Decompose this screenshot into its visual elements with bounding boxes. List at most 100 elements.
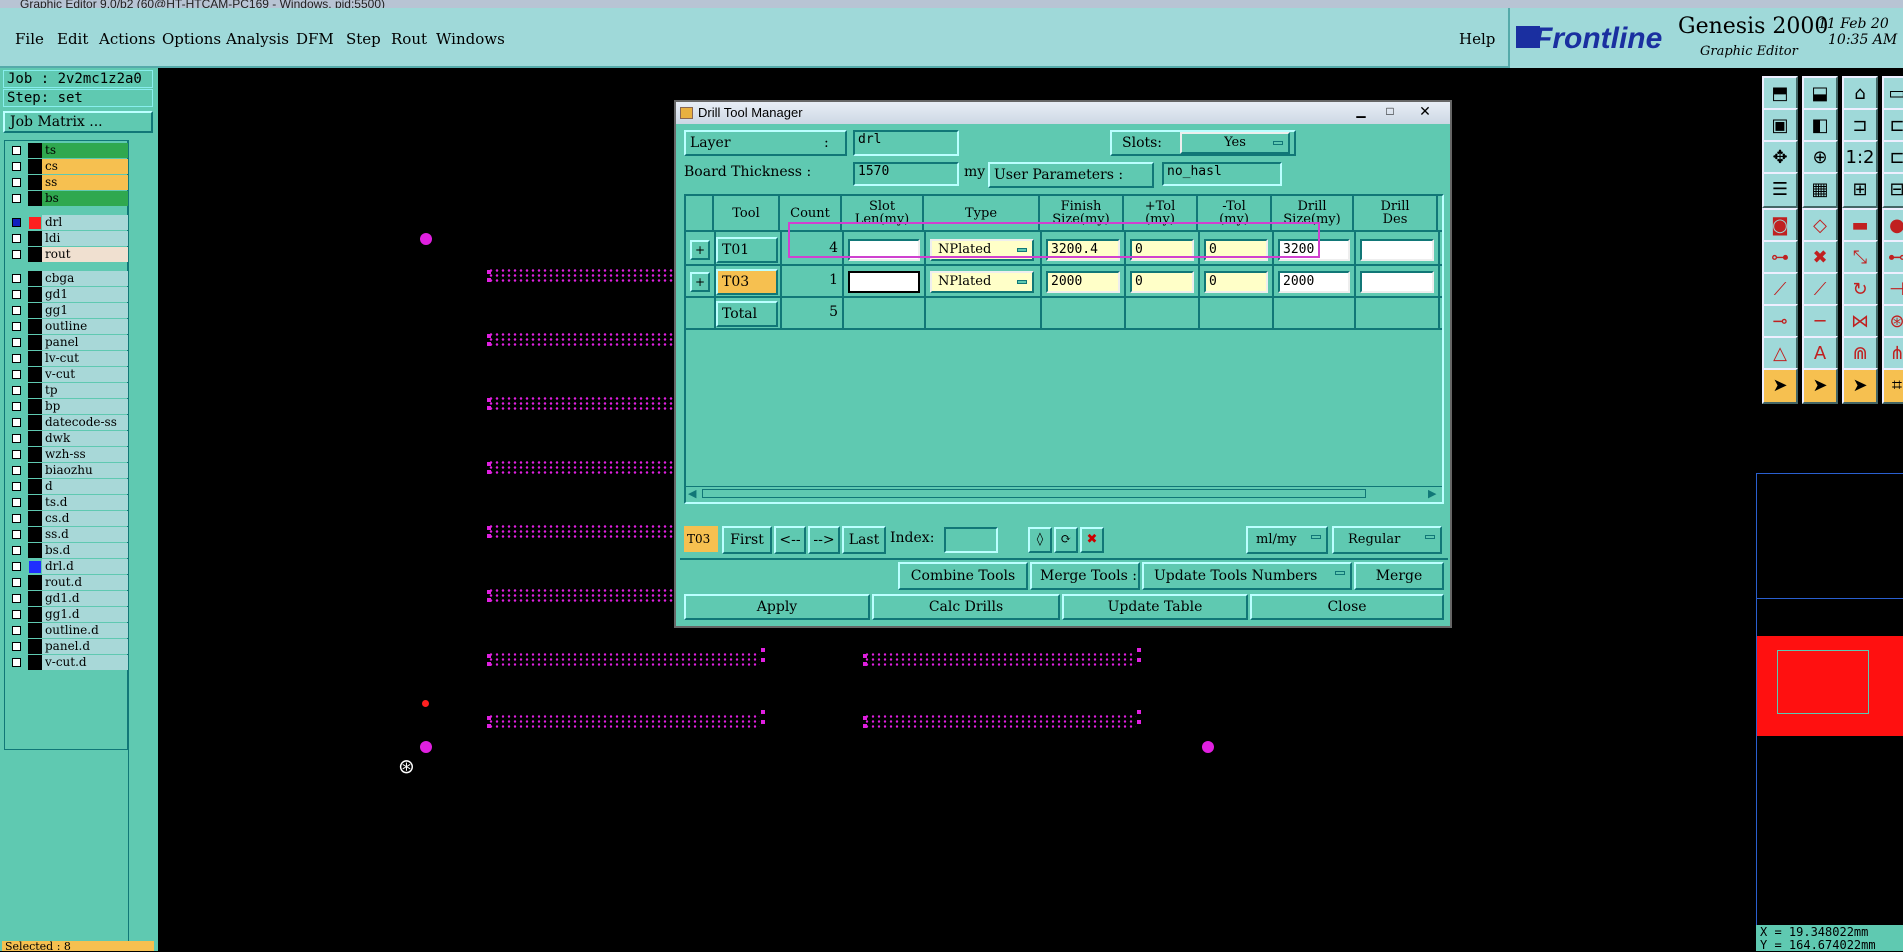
layer-checkbox[interactable] — [12, 354, 21, 363]
connect-icon[interactable]: ⊶ — [1762, 240, 1798, 276]
layer-row-wzh-ss[interactable]: wzh-ss — [9, 447, 132, 463]
board-thickness-field[interactable]: 1570 — [853, 162, 959, 186]
circle-icon[interactable]: ● — [1882, 208, 1903, 244]
layer-checkbox[interactable] — [12, 530, 21, 539]
grid-icon[interactable]: ▦ — [1802, 172, 1838, 208]
line-draw-icon[interactable]: ⟋ — [1802, 272, 1838, 308]
split-icon[interactable]: ⋔ — [1882, 336, 1903, 372]
layer-checkbox[interactable] — [12, 610, 21, 619]
fit-icon[interactable]: ✥ — [1762, 140, 1798, 176]
menu-options[interactable]: Options — [162, 30, 221, 48]
layer-row-bp[interactable]: bp — [9, 399, 132, 415]
select-area-icon[interactable]: ➤ — [1802, 368, 1838, 404]
layer-row-cbga[interactable]: cbga — [9, 271, 132, 287]
layer-checkbox[interactable] — [12, 146, 21, 155]
layer-checkbox[interactable] — [12, 274, 21, 283]
layer-row-gd1[interactable]: gd1 — [9, 287, 132, 303]
layer-checkbox[interactable] — [12, 250, 21, 259]
delete-icon[interactable]: ✖ — [1080, 527, 1104, 553]
layer-checkbox[interactable] — [12, 338, 21, 347]
triangle-icon[interactable]: △ — [1762, 336, 1798, 372]
minimize-icon[interactable]: ▁ — [1346, 104, 1376, 119]
update-table-button[interactable]: Update Table — [1062, 594, 1248, 620]
layer-row-datecode-ss[interactable]: datecode-ss — [9, 415, 132, 431]
layer-row-gg1.d[interactable]: gg1.d — [9, 607, 132, 623]
layer-row-drl[interactable]: drl — [9, 215, 132, 231]
layer-checkbox[interactable] — [12, 386, 21, 395]
layer-row-ts[interactable]: ts — [9, 143, 132, 159]
layer-row-cs.d[interactable]: cs.d — [9, 511, 132, 527]
scroll-thumb[interactable] — [702, 489, 1366, 498]
drill-size-input[interactable]: 2000 — [1278, 271, 1350, 293]
layer-field[interactable]: drl — [853, 130, 959, 156]
layer-checkbox[interactable] — [12, 194, 21, 203]
drill-des-input[interactable] — [1360, 271, 1434, 293]
layer-row-ldi[interactable]: ldi — [9, 231, 132, 247]
menu-help[interactable]: Help — [1459, 30, 1495, 48]
merge-button[interactable]: Merge — [1354, 562, 1444, 590]
layer-checkbox[interactable] — [12, 450, 21, 459]
zoom-in-icon[interactable]: ⬓ — [1802, 76, 1838, 112]
gear-icon[interactable]: ⊛ — [1882, 304, 1903, 340]
line-icon[interactable]: ▬ — [1842, 208, 1878, 244]
layer-row-panel.d[interactable]: panel.d — [9, 639, 132, 655]
text-icon[interactable]: A — [1802, 336, 1838, 372]
user-parameters-button[interactable]: User Parameters : — [988, 162, 1154, 188]
expand-row-icon[interactable]: + — [690, 272, 710, 292]
menu-rout[interactable]: Rout — [391, 30, 427, 48]
layer-checkbox[interactable] — [12, 322, 21, 331]
layer-checkbox[interactable] — [12, 626, 21, 635]
layer-checkbox[interactable] — [12, 642, 21, 651]
layer-checkbox[interactable] — [12, 290, 21, 299]
snap-icon[interactable]: ⊞ — [1842, 172, 1878, 208]
segment-icon[interactable]: ─ — [1802, 304, 1838, 340]
pan-left-icon[interactable]: ▣ — [1762, 108, 1798, 144]
finish-size-input[interactable]: 2000 — [1046, 271, 1120, 293]
select-icon[interactable]: ➤ — [1762, 368, 1798, 404]
last-button[interactable]: Last — [842, 526, 886, 554]
refresh-icon[interactable]: ⟳ — [1054, 527, 1078, 553]
layer-row-outline[interactable]: outline — [9, 319, 132, 335]
layer-checkbox[interactable] — [12, 402, 21, 411]
pan-right-icon[interactable]: ◧ — [1802, 108, 1838, 144]
overview-panel[interactable] — [1756, 473, 1903, 936]
layer-row-rout[interactable]: rout — [9, 247, 132, 263]
lamp-icon[interactable]: ◊ — [1028, 527, 1052, 553]
next-button[interactable]: --> — [808, 526, 840, 554]
join-icon[interactable]: ⋈ — [1842, 304, 1878, 340]
calc-drills-button[interactable]: Calc Drills — [872, 594, 1060, 620]
menu-actions[interactable]: Actions — [99, 30, 155, 48]
tool-name[interactable]: T03 — [716, 269, 778, 295]
layer-row-tp[interactable]: tp — [9, 383, 132, 399]
layer-checkbox[interactable] — [12, 306, 21, 315]
layer-checkbox[interactable] — [12, 658, 21, 667]
layer-checkbox[interactable] — [12, 466, 21, 475]
first-button[interactable]: First — [722, 526, 772, 554]
scroll-right-icon[interactable]: ▶ — [1428, 487, 1436, 500]
table-icon[interactable]: ⌗ — [1882, 368, 1903, 404]
window-icon[interactable]: ▭ — [1882, 76, 1903, 112]
layer-row-d[interactable]: d — [9, 479, 132, 495]
expand-row-icon[interactable]: + — [690, 240, 710, 260]
menu-step[interactable]: Step — [346, 30, 381, 48]
layer-checkbox[interactable] — [12, 162, 21, 171]
layer-row-ss.d[interactable]: ss.d — [9, 527, 132, 543]
layer-row-gd1.d[interactable]: gd1.d — [9, 591, 132, 607]
layer-row-outline.d[interactable]: outline.d — [9, 623, 132, 639]
copy-icon[interactable]: ⊷ — [1882, 240, 1903, 276]
layer-checkbox[interactable] — [12, 514, 21, 523]
zoom-out-icon[interactable]: ⊏ — [1882, 108, 1903, 144]
layer-row-ss[interactable]: ss — [9, 175, 132, 191]
layer-row-lv-cut[interactable]: lv-cut — [9, 351, 132, 367]
type-select[interactable]: NPlated — [930, 271, 1034, 293]
layer-checkbox[interactable] — [12, 218, 21, 227]
rotate-icon[interactable]: ↻ — [1842, 272, 1878, 308]
layer-checkbox[interactable] — [12, 418, 21, 427]
layer-row-bs.d[interactable]: bs.d — [9, 543, 132, 559]
close-button[interactable]: Close — [1250, 594, 1444, 620]
scale-icon[interactable]: 1:2 — [1842, 140, 1878, 176]
mode-select[interactable]: Regular — [1332, 526, 1442, 554]
layer-row-cs[interactable]: cs — [9, 159, 132, 175]
move-icon[interactable]: ⤡ — [1842, 240, 1878, 276]
units-select[interactable]: ml/my — [1246, 526, 1328, 554]
